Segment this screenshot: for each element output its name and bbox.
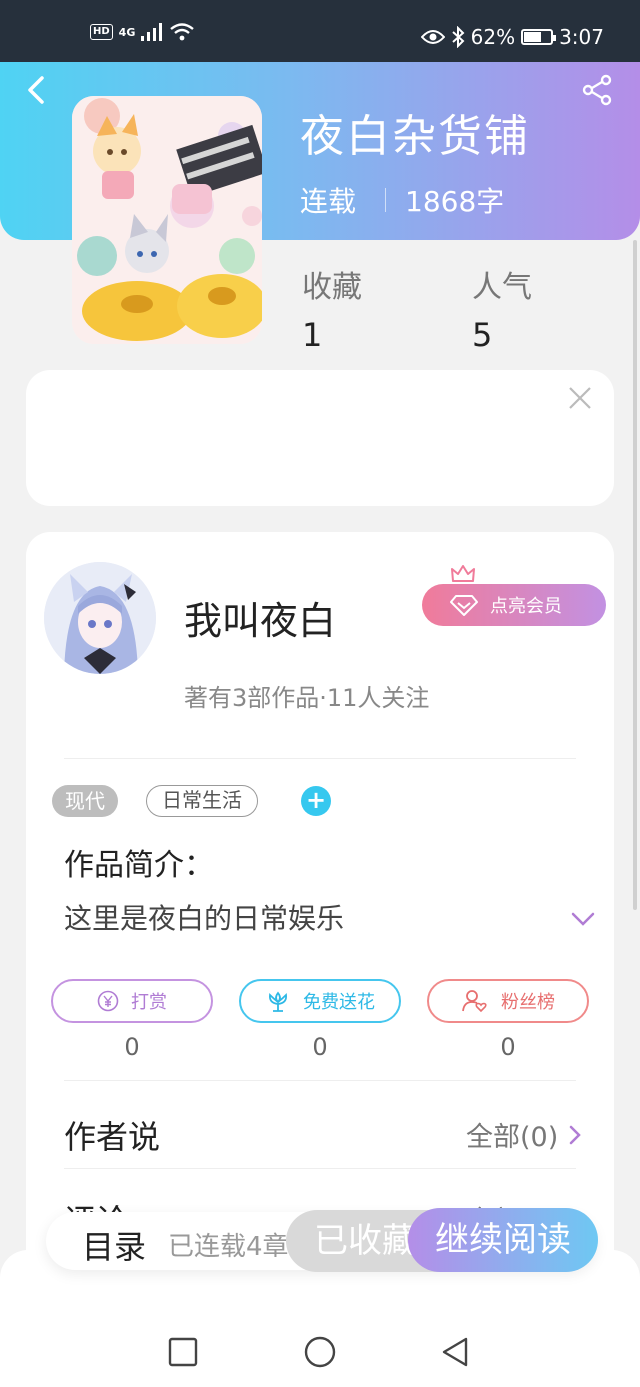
continue-reading-button[interactable]: 继续阅读: [408, 1208, 598, 1272]
book-word-count: 1868字: [405, 185, 505, 218]
close-icon[interactable]: [566, 384, 594, 412]
reward-count: 0: [124, 1033, 140, 1061]
toc-meta: 已连载4章: [168, 1232, 289, 1262]
stat-popularity-label: 人气: [472, 270, 532, 305]
square-icon[interactable]: [166, 1335, 200, 1369]
crown-icon: [451, 565, 475, 582]
divider: [64, 1080, 576, 1081]
author-says-all-link[interactable]: 全部(0): [466, 1115, 582, 1154]
book-status: 连载: [300, 185, 357, 218]
vip-button[interactable]: 点亮会员: [422, 584, 606, 626]
flower-count: 0: [312, 1033, 328, 1061]
divider: [64, 758, 576, 759]
chevron-right-icon: [570, 1125, 582, 1144]
author-meta: 著有3部作品·11人关注: [184, 684, 430, 712]
author-says-all-label: 全部(0): [466, 1122, 559, 1153]
diamond-icon: [450, 595, 478, 616]
battery-percent: 62%: [470, 25, 516, 49]
fan-ranking-button[interactable]: 粉丝榜: [427, 979, 589, 1023]
status-bar: HD 4G 62% 3:07: [0, 0, 640, 62]
status-left: HD 4G: [90, 22, 195, 42]
scrollbar[interactable]: [633, 240, 637, 910]
chevron-down-icon[interactable]: [570, 910, 596, 928]
fan-user-icon: [462, 990, 487, 1013]
circle-icon[interactable]: [303, 1335, 337, 1369]
stat-favorites-label: 收藏: [302, 270, 362, 305]
wifi-icon: [170, 23, 195, 41]
ad-card[interactable]: [26, 370, 614, 506]
free-flower-label: 免费送花: [303, 992, 375, 1013]
tag-category[interactable]: 日常生活: [146, 785, 258, 817]
author-avatar[interactable]: [44, 562, 156, 674]
network-type: 4G: [118, 25, 136, 39]
stat-popularity-value: 5: [472, 316, 493, 354]
reward-label: 打赏: [131, 992, 167, 1013]
author-says-title: 作者说: [64, 1118, 161, 1156]
triangle-back-icon[interactable]: [438, 1335, 472, 1369]
share-icon[interactable]: [582, 74, 614, 106]
book-title: 夜白杂货铺: [300, 111, 530, 162]
toc-button[interactable]: 目录: [82, 1222, 146, 1268]
intro-title: 作品简介：: [64, 848, 214, 883]
flower-icon: [269, 991, 287, 1012]
tag-genre[interactable]: 现代: [52, 785, 118, 817]
bluetooth-icon: [451, 26, 465, 48]
author-name[interactable]: 我叫夜白: [184, 590, 336, 645]
free-flower-button[interactable]: 免费送花: [239, 979, 401, 1023]
battery-icon: [521, 29, 557, 45]
status-right: 62% 3:07: [420, 25, 604, 49]
divider: [64, 1168, 576, 1169]
cover-illustration: [72, 96, 262, 344]
status-separator: [385, 188, 386, 212]
hd-badge: HD: [90, 24, 113, 40]
yen-coin-icon: [97, 990, 119, 1012]
eye-icon: [420, 30, 445, 44]
signal-icon: [141, 23, 163, 41]
clock: 3:07: [559, 25, 604, 49]
fan-ranking-label: 粉丝榜: [501, 992, 555, 1013]
add-tag-button[interactable]: +: [301, 786, 331, 816]
book-cover[interactable]: [72, 96, 262, 344]
back-arrow-icon[interactable]: [20, 72, 52, 108]
intro-text: 这里是夜白的日常娱乐: [64, 902, 345, 935]
avatar-illustration: [44, 562, 156, 674]
fans-count: 0: [500, 1033, 516, 1061]
reward-button[interactable]: 打赏: [51, 979, 213, 1023]
vip-button-label: 点亮会员: [490, 596, 562, 617]
stat-favorites-value: 1: [302, 316, 323, 354]
